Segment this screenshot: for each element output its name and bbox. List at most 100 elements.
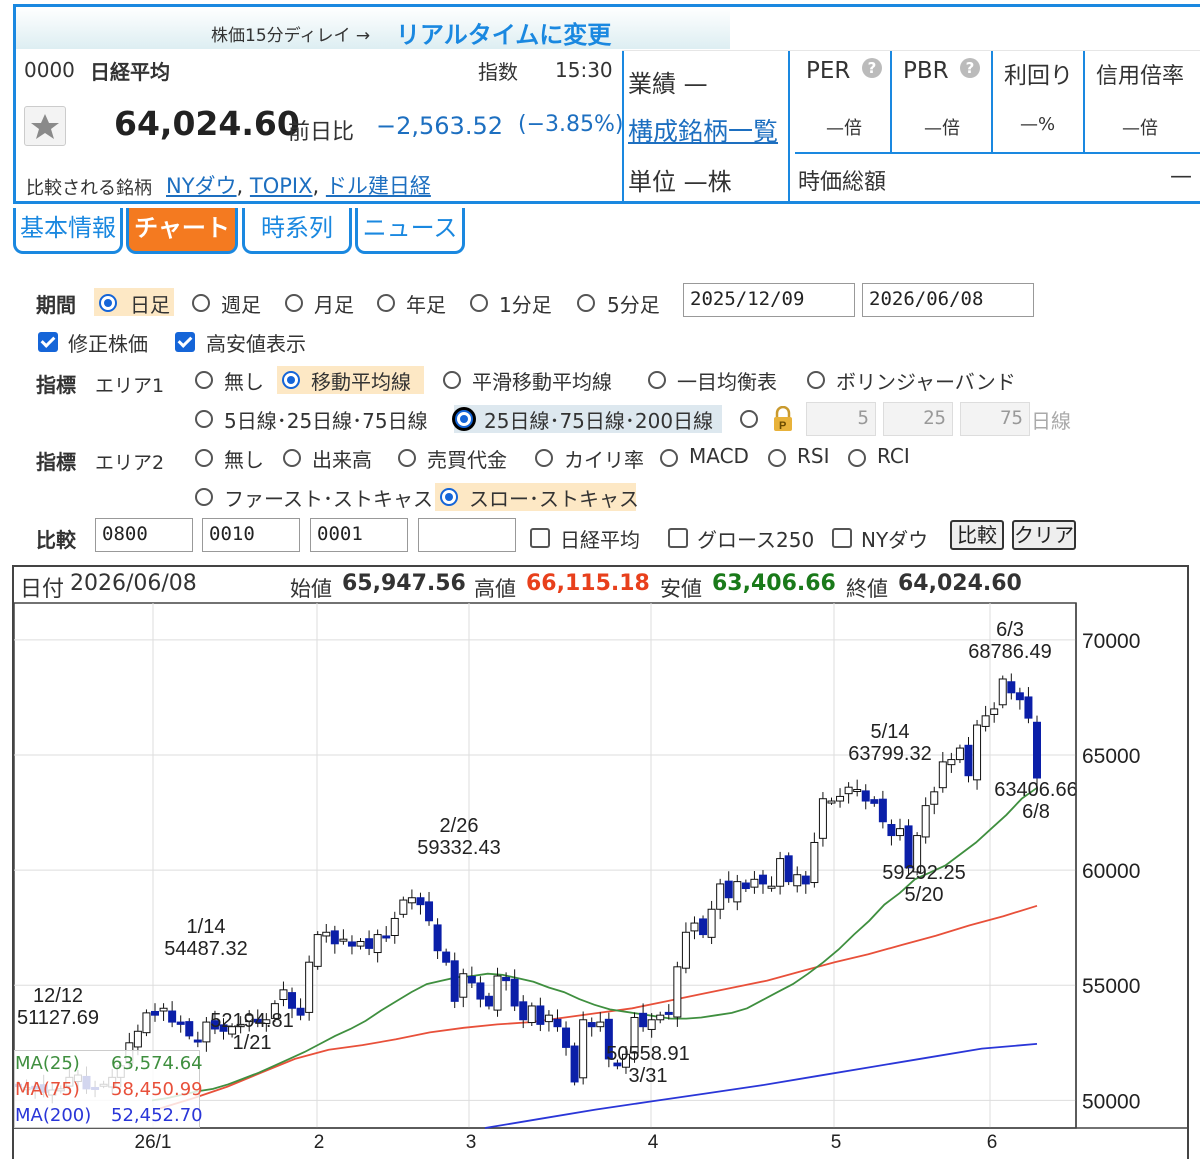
candle-body [1007, 681, 1016, 694]
candle-body [467, 975, 476, 984]
candle-body [690, 922, 699, 932]
ma-legend: MA(25) 63,574.64 MA(75) 58,450.99 MA(200… [14, 1050, 203, 1128]
annotation-date: 6/8 [1022, 801, 1050, 823]
candle-body [544, 1014, 553, 1023]
candle-body [407, 897, 416, 904]
candle-body [425, 901, 434, 922]
candle-body [296, 1007, 305, 1016]
candle-body [878, 798, 887, 823]
candle-body [142, 1012, 151, 1034]
candle-body [502, 976, 511, 982]
candle-body [1015, 692, 1024, 701]
candle-body [493, 975, 502, 1011]
x-tick-label: 3 [466, 1132, 477, 1153]
candle-body [185, 1021, 194, 1037]
y-tick-label: 55000 [1082, 975, 1140, 998]
candle-body [656, 1014, 665, 1021]
annotation-value: 63406.66 [994, 779, 1077, 801]
candle-body [570, 1045, 579, 1083]
annotation-date: 6/3 [996, 619, 1024, 641]
candle-body [399, 899, 408, 915]
candle-body [818, 798, 827, 839]
candle-body [390, 917, 399, 936]
candle-body [964, 744, 973, 777]
y-tick-label: 70000 [1082, 630, 1140, 653]
candle-body [433, 924, 442, 952]
candle-body [159, 1007, 168, 1012]
candle-body [587, 1022, 596, 1028]
candle-body [202, 1021, 211, 1043]
candle-body [887, 824, 896, 837]
candle-body [836, 795, 845, 802]
candle-body [664, 1011, 673, 1015]
legend-ma75-value: 58,450.99 [111, 1079, 203, 1100]
candle-body [853, 789, 862, 793]
candle-body [330, 930, 339, 945]
candle-body [416, 897, 425, 906]
x-tick-label: 26/1 [135, 1132, 172, 1153]
candle-body [973, 724, 982, 781]
price-chart: 700006500060000550005000026/1 2 3 4 5 612/125… [13, 602, 1189, 1153]
candle-body [553, 1018, 562, 1028]
candle-body [844, 786, 853, 795]
candle-body [998, 678, 1007, 706]
y-tick-label: 65000 [1082, 745, 1140, 768]
candle-body [562, 1027, 571, 1048]
y-tick-label: 50000 [1082, 1090, 1140, 1113]
candle-body [536, 1005, 545, 1025]
candle-body [193, 1039, 202, 1043]
candle-body [305, 961, 314, 1013]
candle-body [810, 841, 819, 884]
x-tick-label: 5 [831, 1132, 842, 1153]
candle-body [365, 938, 374, 949]
annotation-date: 1/14 [187, 916, 226, 938]
candle-body [527, 1005, 536, 1024]
candle-body [459, 973, 468, 998]
candle-body [442, 951, 451, 963]
annotation-date: 3/31 [629, 1065, 668, 1087]
candle-body [741, 882, 750, 890]
candle-body [596, 1021, 605, 1028]
candle-body [784, 855, 793, 883]
candle-body [681, 931, 690, 969]
candle-body [673, 966, 682, 1018]
candle-body [356, 940, 365, 947]
candle-body [647, 1019, 656, 1030]
candle-body [955, 747, 964, 761]
candle-body [793, 874, 802, 887]
candle-body [938, 761, 947, 789]
candle-body [990, 708, 999, 715]
candle-body [750, 878, 759, 888]
annotation-value: 51127.69 [17, 1007, 99, 1029]
candle-body [981, 715, 990, 727]
annotation-date: 2/26 [440, 815, 479, 837]
candle-body [347, 941, 356, 947]
annotation-date: 12/12 [33, 985, 83, 1007]
annotation-date: 5/20 [905, 884, 944, 906]
candle-body [151, 1010, 160, 1016]
candle-body [895, 828, 904, 837]
candle-body [947, 759, 956, 766]
candle-body [322, 931, 331, 937]
candle-body [168, 1010, 177, 1023]
candle-body [313, 934, 322, 967]
candle-body [279, 989, 288, 1001]
candle-body [639, 1012, 648, 1028]
annotation-value: 50558.91 [606, 1043, 689, 1065]
candle-body [382, 935, 391, 939]
x-tick-label: 2 [314, 1132, 325, 1153]
candle-body [1024, 696, 1033, 719]
candle-body [921, 805, 930, 838]
candle-body [699, 918, 708, 936]
candle-body [288, 992, 297, 1009]
candle-body [1033, 721, 1041, 779]
candle-body [716, 883, 725, 910]
candle-body [767, 885, 776, 889]
x-tick-label: 6 [987, 1132, 998, 1153]
candle-body [861, 790, 870, 802]
candle-body [176, 1021, 185, 1025]
legend-ma200-label: MA(200) [15, 1105, 92, 1126]
annotation-date: 5/14 [871, 721, 910, 743]
annotation-value: 59332.43 [417, 837, 500, 859]
candle-body [733, 881, 742, 903]
